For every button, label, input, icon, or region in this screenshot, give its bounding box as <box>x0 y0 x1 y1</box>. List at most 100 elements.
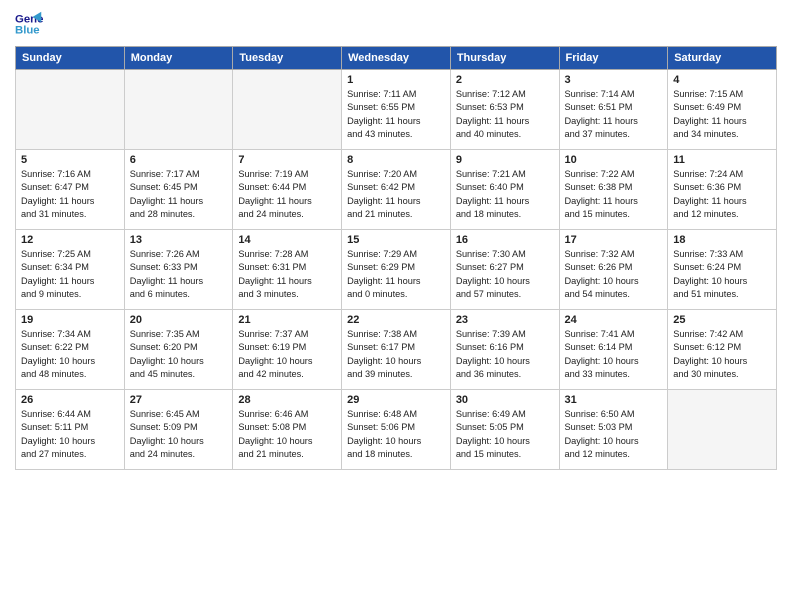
calendar-cell <box>124 70 233 150</box>
day-number: 29 <box>347 394 445 406</box>
page: General Blue SundayMondayTuesdayWednesda… <box>0 0 792 612</box>
logo: General Blue <box>15 10 47 38</box>
day-number: 5 <box>21 154 119 166</box>
day-info: Sunrise: 7:19 AM Sunset: 6:44 PM Dayligh… <box>238 168 336 221</box>
day-number: 28 <box>238 394 336 406</box>
day-info: Sunrise: 7:11 AM Sunset: 6:55 PM Dayligh… <box>347 88 445 141</box>
day-info: Sunrise: 7:39 AM Sunset: 6:16 PM Dayligh… <box>456 328 554 381</box>
calendar-cell: 29 Sunrise: 6:48 AM Sunset: 5:06 PM Dayli… <box>342 390 451 470</box>
calendar-cell: 30 Sunrise: 6:49 AM Sunset: 5:05 PM Dayli… <box>450 390 559 470</box>
week-row-3: 12 Sunrise: 7:25 AM Sunset: 6:34 PM Dayli… <box>16 230 777 310</box>
day-info: Sunrise: 7:20 AM Sunset: 6:42 PM Dayligh… <box>347 168 445 221</box>
day-number: 4 <box>673 74 771 86</box>
calendar-cell: 25 Sunrise: 7:42 AM Sunset: 6:12 PM Dayli… <box>668 310 777 390</box>
calendar-table: SundayMondayTuesdayWednesdayThursdayFrid… <box>15 46 777 470</box>
calendar-cell: 1 Sunrise: 7:11 AM Sunset: 6:55 PM Daylig… <box>342 70 451 150</box>
day-number: 30 <box>456 394 554 406</box>
day-info: Sunrise: 7:26 AM Sunset: 6:33 PM Dayligh… <box>130 248 228 301</box>
day-info: Sunrise: 6:45 AM Sunset: 5:09 PM Dayligh… <box>130 408 228 461</box>
calendar-cell: 6 Sunrise: 7:17 AM Sunset: 6:45 PM Daylig… <box>124 150 233 230</box>
svg-text:Blue: Blue <box>15 25 40 37</box>
weekday-header-saturday: Saturday <box>668 47 777 70</box>
week-row-1: 1 Sunrise: 7:11 AM Sunset: 6:55 PM Daylig… <box>16 70 777 150</box>
calendar-cell: 14 Sunrise: 7:28 AM Sunset: 6:31 PM Dayli… <box>233 230 342 310</box>
weekday-header-monday: Monday <box>124 47 233 70</box>
day-info: Sunrise: 7:21 AM Sunset: 6:40 PM Dayligh… <box>456 168 554 221</box>
day-number: 7 <box>238 154 336 166</box>
day-info: Sunrise: 7:25 AM Sunset: 6:34 PM Dayligh… <box>21 248 119 301</box>
day-number: 14 <box>238 234 336 246</box>
day-number: 3 <box>565 74 663 86</box>
calendar-cell: 5 Sunrise: 7:16 AM Sunset: 6:47 PM Daylig… <box>16 150 125 230</box>
day-number: 31 <box>565 394 663 406</box>
day-number: 6 <box>130 154 228 166</box>
calendar-cell: 15Sunrise: 7:29 AM Sunset: 6:29 PM Dayli… <box>342 230 451 310</box>
day-info: Sunrise: 6:44 AM Sunset: 5:11 PM Dayligh… <box>21 408 119 461</box>
calendar-cell: 19Sunrise: 7:34 AM Sunset: 6:22 PM Dayli… <box>16 310 125 390</box>
day-number: 21 <box>238 314 336 326</box>
day-info: Sunrise: 7:30 AM Sunset: 6:27 PM Dayligh… <box>456 248 554 301</box>
calendar-cell: 21 Sunrise: 7:37 AM Sunset: 6:19 PM Dayli… <box>233 310 342 390</box>
calendar-cell: 12 Sunrise: 7:25 AM Sunset: 6:34 PM Dayli… <box>16 230 125 310</box>
calendar-cell: 2 Sunrise: 7:12 AM Sunset: 6:53 PM Daylig… <box>450 70 559 150</box>
day-number: 1 <box>347 74 445 86</box>
day-info: Sunrise: 7:12 AM Sunset: 6:53 PM Dayligh… <box>456 88 554 141</box>
day-number: 10 <box>565 154 663 166</box>
day-info: Sunrise: 7:32 AM Sunset: 6:26 PM Dayligh… <box>565 248 663 301</box>
weekday-header-sunday: Sunday <box>16 47 125 70</box>
day-info: Sunrise: 7:16 AM Sunset: 6:47 PM Dayligh… <box>21 168 119 221</box>
day-number: 25 <box>673 314 771 326</box>
calendar-cell: 26Sunrise: 6:44 AM Sunset: 5:11 PM Dayli… <box>16 390 125 470</box>
calendar-cell: 23Sunrise: 7:39 AM Sunset: 6:16 PM Dayli… <box>450 310 559 390</box>
calendar-cell: 31 Sunrise: 6:50 AM Sunset: 5:03 PM Dayli… <box>559 390 668 470</box>
calendar-cell: 20 Sunrise: 7:35 AM Sunset: 6:20 PM Dayli… <box>124 310 233 390</box>
calendar-cell <box>233 70 342 150</box>
day-number: 16 <box>456 234 554 246</box>
day-number: 20 <box>130 314 228 326</box>
day-number: 19 <box>21 314 119 326</box>
day-info: Sunrise: 7:35 AM Sunset: 6:20 PM Dayligh… <box>130 328 228 381</box>
week-row-5: 26Sunrise: 6:44 AM Sunset: 5:11 PM Dayli… <box>16 390 777 470</box>
day-info: Sunrise: 7:29 AM Sunset: 6:29 PM Dayligh… <box>347 248 445 301</box>
calendar-cell: 8 Sunrise: 7:20 AM Sunset: 6:42 PM Daylig… <box>342 150 451 230</box>
calendar-cell: 10 Sunrise: 7:22 AM Sunset: 6:38 PM Dayli… <box>559 150 668 230</box>
calendar-cell: 22Sunrise: 7:38 AM Sunset: 6:17 PM Dayli… <box>342 310 451 390</box>
day-number: 24 <box>565 314 663 326</box>
day-number: 2 <box>456 74 554 86</box>
day-info: Sunrise: 7:15 AM Sunset: 6:49 PM Dayligh… <box>673 88 771 141</box>
day-info: Sunrise: 7:37 AM Sunset: 6:19 PM Dayligh… <box>238 328 336 381</box>
day-info: Sunrise: 7:28 AM Sunset: 6:31 PM Dayligh… <box>238 248 336 301</box>
day-info: Sunrise: 7:33 AM Sunset: 6:24 PM Dayligh… <box>673 248 771 301</box>
day-info: Sunrise: 6:49 AM Sunset: 5:05 PM Dayligh… <box>456 408 554 461</box>
day-number: 12 <box>21 234 119 246</box>
calendar-cell: 18Sunrise: 7:33 AM Sunset: 6:24 PM Dayli… <box>668 230 777 310</box>
day-info: Sunrise: 7:22 AM Sunset: 6:38 PM Dayligh… <box>565 168 663 221</box>
day-info: Sunrise: 7:42 AM Sunset: 6:12 PM Dayligh… <box>673 328 771 381</box>
week-row-4: 19Sunrise: 7:34 AM Sunset: 6:22 PM Dayli… <box>16 310 777 390</box>
calendar-cell: 27 Sunrise: 6:45 AM Sunset: 5:09 PM Dayli… <box>124 390 233 470</box>
calendar-cell: 24 Sunrise: 7:41 AM Sunset: 6:14 PM Dayli… <box>559 310 668 390</box>
day-number: 8 <box>347 154 445 166</box>
calendar-cell: 13 Sunrise: 7:26 AM Sunset: 6:33 PM Dayli… <box>124 230 233 310</box>
day-info: Sunrise: 7:41 AM Sunset: 6:14 PM Dayligh… <box>565 328 663 381</box>
day-info: Sunrise: 6:48 AM Sunset: 5:06 PM Dayligh… <box>347 408 445 461</box>
day-number: 27 <box>130 394 228 406</box>
weekday-header-row: SundayMondayTuesdayWednesdayThursdayFrid… <box>16 47 777 70</box>
calendar-cell: 7 Sunrise: 7:19 AM Sunset: 6:44 PM Daylig… <box>233 150 342 230</box>
day-info: Sunrise: 7:24 AM Sunset: 6:36 PM Dayligh… <box>673 168 771 221</box>
day-info: Sunrise: 7:38 AM Sunset: 6:17 PM Dayligh… <box>347 328 445 381</box>
calendar-cell: 11Sunrise: 7:24 AM Sunset: 6:36 PM Dayli… <box>668 150 777 230</box>
day-info: Sunrise: 7:14 AM Sunset: 6:51 PM Dayligh… <box>565 88 663 141</box>
weekday-header-thursday: Thursday <box>450 47 559 70</box>
calendar-cell: 4 Sunrise: 7:15 AM Sunset: 6:49 PM Daylig… <box>668 70 777 150</box>
week-row-2: 5 Sunrise: 7:16 AM Sunset: 6:47 PM Daylig… <box>16 150 777 230</box>
day-info: Sunrise: 6:50 AM Sunset: 5:03 PM Dayligh… <box>565 408 663 461</box>
header: General Blue <box>15 10 777 38</box>
calendar-cell: 9 Sunrise: 7:21 AM Sunset: 6:40 PM Daylig… <box>450 150 559 230</box>
day-info: Sunrise: 7:17 AM Sunset: 6:45 PM Dayligh… <box>130 168 228 221</box>
day-info: Sunrise: 6:46 AM Sunset: 5:08 PM Dayligh… <box>238 408 336 461</box>
day-number: 9 <box>456 154 554 166</box>
calendar-cell: 3 Sunrise: 7:14 AM Sunset: 6:51 PM Daylig… <box>559 70 668 150</box>
day-number: 13 <box>130 234 228 246</box>
calendar-cell <box>668 390 777 470</box>
